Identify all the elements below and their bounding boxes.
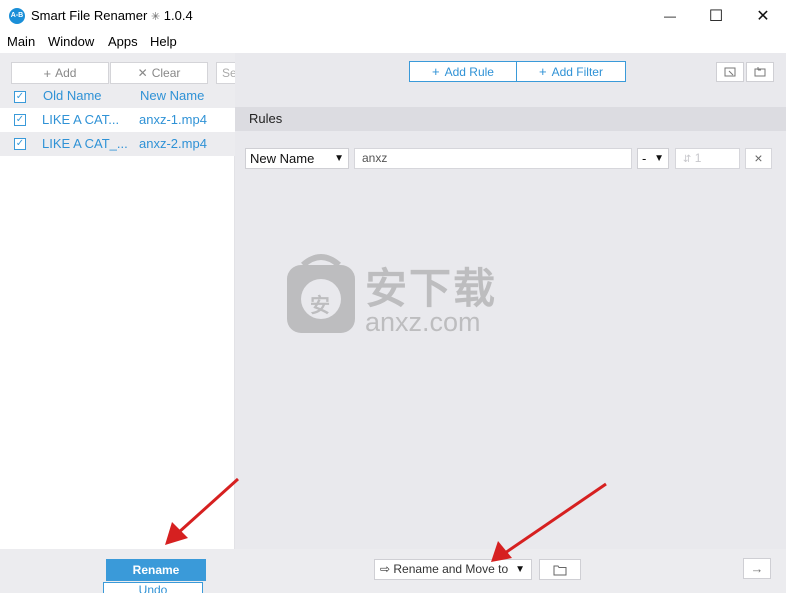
new-name-header[interactable]: New Name (140, 88, 204, 103)
add-files-button[interactable]: + Add (11, 62, 109, 84)
add-rule-label: Add Rule (444, 64, 494, 79)
search-placeholder: Se (222, 66, 235, 80)
separator-value: - (642, 151, 647, 166)
add-label: Add (55, 66, 77, 80)
file-list-panel: + Add ✕ Clear Se ✓ Old Name New Name ✓ L… (0, 53, 235, 549)
table-row[interactable]: ✓ LIKE A CAT_... anxz-2.mp4 (0, 132, 235, 156)
rules-title: Rules (249, 111, 283, 126)
file-list-header: ✓ Old Name New Name (0, 86, 235, 108)
remove-rule-button[interactable]: × (745, 148, 772, 169)
remove-icon: × (754, 150, 763, 166)
title-separator: ✳ (150, 11, 161, 23)
plus-icon: + (432, 64, 440, 79)
select-all-checkbox[interactable]: ✓ (14, 91, 26, 103)
rename-and-move-label: ⇨ Rename and Move to (380, 562, 509, 576)
close-button[interactable]: ✕ (740, 0, 786, 31)
clear-label: Clear (151, 66, 181, 80)
title-bar: A-B Smart File Renamer ✳ 1.0.4 — ☐ ✕ (0, 0, 786, 31)
rename-and-move-select[interactable]: ⇨ Rename and Move to ▼ (374, 559, 532, 580)
old-name-header[interactable]: Old Name (43, 88, 102, 103)
chevron-down-icon: ▼ (515, 564, 525, 575)
choose-folder-button[interactable] (539, 559, 581, 580)
minimize-icon: — (664, 8, 676, 23)
watermark-badge-char: 安 (310, 295, 330, 317)
save-preset-icon (754, 67, 766, 77)
separator-select[interactable]: - ▼ (637, 148, 669, 169)
menu-apps[interactable]: Apps (108, 34, 138, 49)
rule-type-select[interactable]: New Name ▼ (245, 148, 349, 169)
plus-icon: + (43, 65, 52, 81)
add-filter-label: Add Filter (551, 64, 603, 79)
name-pattern-value: anxz (362, 151, 388, 165)
load-preset-icon (724, 67, 736, 77)
chevron-down-icon: ▼ (334, 153, 344, 164)
row-checkbox[interactable]: ✓ (14, 138, 26, 150)
search-input[interactable]: Se (216, 62, 235, 84)
watermark-url-text: anxz.com (365, 307, 481, 337)
watermark: 安 安下载 anxz.com (285, 253, 515, 343)
menu-bar: Main Window Apps Help (0, 31, 786, 53)
window-title: Smart File Renamer ✳ 1.0.4 (31, 8, 193, 23)
go-button[interactable]: → (743, 558, 771, 579)
folder-icon (553, 565, 567, 575)
app-name: Smart File Renamer (31, 8, 148, 23)
arrow-right-icon: → (750, 561, 764, 576)
save-preset-button[interactable] (746, 62, 774, 82)
plus-icon: + (539, 64, 547, 79)
rule-row: New Name ▼ anxz - ▼ ⇵ 1 × (235, 148, 786, 170)
file-toolbar: + Add ✕ Clear Se (0, 53, 235, 86)
add-filter-button[interactable]: + Add Filter (516, 61, 626, 82)
rules-section-header: Rules (235, 107, 786, 131)
start-number-icon: ⇵ (683, 154, 692, 165)
app-logo-icon: A-B (9, 8, 25, 24)
start-number-placeholder: 1 (694, 151, 702, 165)
row-checkbox[interactable]: ✓ (14, 114, 26, 126)
bottom-left-bar: Rename Undo (0, 549, 235, 593)
load-preset-button[interactable] (716, 62, 744, 82)
bottom-right-bar: ⇨ Rename and Move to ▼ → (235, 549, 786, 593)
close-icon: ✕ (756, 7, 770, 25)
start-number-input[interactable]: ⇵ 1 (675, 148, 740, 169)
minimize-button[interactable]: — (647, 0, 693, 31)
clear-files-button[interactable]: ✕ Clear (110, 62, 208, 84)
old-name-cell: LIKE A CAT... (42, 112, 120, 127)
chevron-down-icon: ▼ (654, 153, 664, 164)
maximize-icon: ☐ (708, 7, 724, 25)
table-row[interactable]: ✓ LIKE A CAT... anxz-1.mp4 (0, 108, 235, 132)
menu-main[interactable]: Main (7, 34, 35, 49)
maximize-button[interactable]: ☐ (693, 0, 739, 31)
new-name-cell: anxz-1.mp4 (139, 112, 207, 127)
undo-button[interactable]: Undo (103, 582, 203, 593)
name-pattern-input[interactable]: anxz (354, 148, 632, 169)
new-name-cell: anxz-2.mp4 (139, 136, 207, 151)
menu-help[interactable]: Help (150, 34, 177, 49)
add-rule-button[interactable]: + Add Rule (409, 61, 517, 82)
old-name-cell: LIKE A CAT_... (42, 136, 128, 151)
menu-window[interactable]: Window (48, 34, 94, 49)
x-icon: ✕ (137, 66, 148, 80)
rule-type-value: New Name (250, 151, 315, 166)
rename-button[interactable]: Rename (106, 559, 206, 581)
app-version: 1.0.4 (163, 8, 193, 23)
